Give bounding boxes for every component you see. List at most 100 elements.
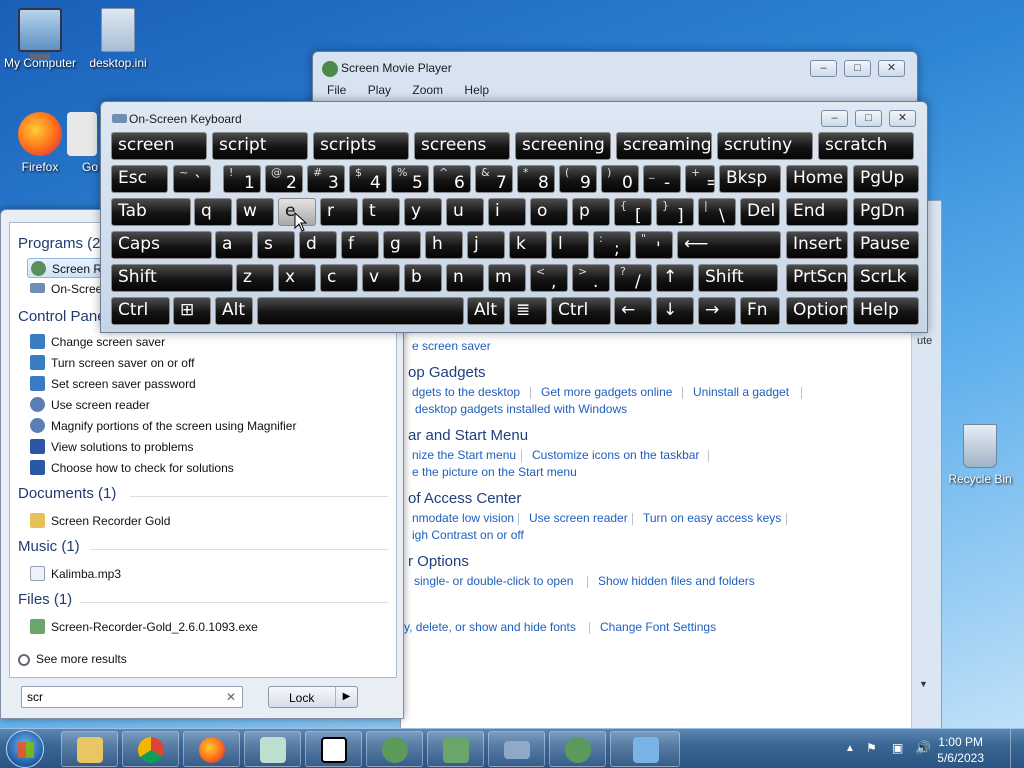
- key-home[interactable]: Home: [786, 165, 848, 193]
- maximize-button[interactable]: □: [844, 60, 871, 77]
- suggestion-screaming[interactable]: screaming: [616, 132, 712, 160]
- section-title-folder-options[interactable]: r Options: [408, 553, 469, 570]
- start-button[interactable]: [6, 730, 44, 768]
- key-u[interactable]: u: [446, 198, 484, 226]
- link-add-gadgets[interactable]: dgets to the desktop: [412, 385, 520, 399]
- key-options[interactable]: Options: [786, 297, 848, 325]
- key-ctrl-right[interactable]: Ctrl: [551, 297, 611, 325]
- key-g[interactable]: g: [383, 231, 421, 259]
- key-alt[interactable]: Alt: [215, 297, 253, 325]
- result-view-solutions[interactable]: View solutions to problems: [30, 437, 194, 457]
- link-change-font-settings[interactable]: Change Font Settings: [600, 620, 716, 634]
- key-7[interactable]: & 7: [475, 165, 513, 193]
- key-d[interactable]: d: [299, 231, 337, 259]
- key-pause[interactable]: Pause: [853, 231, 919, 259]
- key-space[interactable]: [257, 297, 464, 325]
- suggestion-screening[interactable]: screening: [515, 132, 611, 160]
- result-document-screen-recorder-gold[interactable]: Screen Recorder Gold: [30, 511, 170, 531]
- key-bracket[interactable]: }]: [656, 198, 694, 226]
- key-9[interactable]: (9: [559, 165, 597, 193]
- clear-search-icon[interactable]: ✕: [226, 690, 236, 704]
- key-y[interactable]: y: [404, 198, 442, 226]
- desktop-icon-my-computer[interactable]: My Computer: [2, 8, 78, 70]
- key-pgup[interactable]: PgUp: [853, 165, 919, 193]
- key-punct[interactable]: :;: [593, 231, 631, 259]
- key-bksp[interactable]: Bksp: [719, 165, 781, 193]
- suggestion-scrutiny[interactable]: scrutiny: [717, 132, 813, 160]
- key-s[interactable]: s: [257, 231, 295, 259]
- key-o[interactable]: o: [530, 198, 568, 226]
- menu-play[interactable]: Play: [368, 83, 391, 97]
- taskbar-app[interactable]: [183, 731, 240, 767]
- result-use-screen-reader[interactable]: Use screen reader: [30, 395, 150, 415]
- desktop-icon-recycle-bin[interactable]: Recycle Bin: [940, 424, 1020, 486]
- key-p[interactable]: p: [572, 198, 610, 226]
- network-icon[interactable]: ▣: [892, 741, 903, 755]
- link-single-double-click[interactable]: single- or double-click to open: [414, 574, 573, 588]
- link-use-screen-reader[interactable]: Use screen reader: [529, 511, 628, 525]
- key-3[interactable]: #3: [307, 165, 345, 193]
- suggestion-screens[interactable]: screens: [414, 132, 510, 160]
- result-screen-saver-password[interactable]: Set screen saver password: [30, 374, 196, 394]
- key-0[interactable]: ) 0: [601, 165, 639, 193]
- key-bracket[interactable]: {[: [614, 198, 652, 226]
- suggestion-screen[interactable]: screen: [111, 132, 207, 160]
- key-down-arrow[interactable]: ↓: [656, 297, 694, 325]
- taskbar-app[interactable]: [244, 731, 301, 767]
- key-t[interactable]: t: [362, 198, 400, 226]
- link-customize-start-menu[interactable]: nize the Start menu: [412, 448, 516, 462]
- taskbar-app[interactable]: [122, 731, 179, 767]
- section-title-taskbar[interactable]: ar and Start Menu: [408, 427, 528, 444]
- scroll-down-arrow[interactable]: ▼: [919, 679, 928, 689]
- section-title-gadgets[interactable]: op Gadgets: [408, 364, 486, 381]
- taskbar-app[interactable]: [610, 731, 680, 767]
- key-pgdn[interactable]: PgDn: [853, 198, 919, 226]
- key-w[interactable]: w: [236, 198, 274, 226]
- taskbar-app[interactable]: [488, 731, 545, 767]
- key-help[interactable]: Help: [853, 297, 919, 325]
- show-hidden-icons[interactable]: ▲: [845, 743, 855, 754]
- link-show-hidden-files[interactable]: Show hidden files and folders: [598, 574, 755, 588]
- key-z[interactable]: z: [236, 264, 274, 292]
- key-j[interactable]: j: [467, 231, 505, 259]
- search-input[interactable]: scr: [27, 690, 43, 704]
- key-left-arrow[interactable]: ←: [614, 297, 652, 325]
- clock[interactable]: 1:00 PM 5/6/2023: [937, 734, 984, 766]
- key-c[interactable]: c: [320, 264, 358, 292]
- desktop-icon-google[interactable]: Go: [62, 112, 102, 174]
- key-ctrl[interactable]: Ctrl: [111, 297, 170, 325]
- desktop-icon-desktop-ini[interactable]: desktop.ini: [80, 8, 156, 70]
- key-prtscn[interactable]: PrtScn: [786, 264, 848, 292]
- taskbar-app[interactable]: [427, 731, 484, 767]
- search-box[interactable]: scr ✕: [21, 686, 243, 708]
- result-magnifier[interactable]: Magnify portions of the screen using Mag…: [30, 416, 296, 436]
- key-punct[interactable]: " ': [635, 231, 673, 259]
- link-accommodate-low-vision[interactable]: nmodate low vision: [412, 511, 514, 525]
- key-right-arrow[interactable]: →: [698, 297, 736, 325]
- suggestion-scripts[interactable]: scripts: [313, 132, 409, 160]
- key-a[interactable]: a: [215, 231, 253, 259]
- key-fn[interactable]: Fn: [740, 297, 780, 325]
- taskbar-app[interactable]: [305, 731, 362, 767]
- suggestion-script[interactable]: script: [212, 132, 308, 160]
- result-change-screen-saver[interactable]: Change screen saver: [30, 332, 165, 352]
- key-m[interactable]: m: [488, 264, 526, 292]
- result-turn-screen-saver[interactable]: Turn screen saver on or off: [30, 353, 194, 373]
- key-menu[interactable]: ≣: [509, 297, 547, 325]
- minimize-button[interactable]: –: [810, 60, 837, 77]
- link-high-contrast[interactable]: igh Contrast on or off: [412, 528, 524, 542]
- chevron-right-icon[interactable]: ▶: [335, 687, 357, 707]
- key-i[interactable]: i: [488, 198, 526, 226]
- key-r[interactable]: r: [320, 198, 358, 226]
- key-5[interactable]: % 5: [391, 165, 429, 193]
- result-kalimba[interactable]: Kalimba.mp3: [30, 564, 121, 584]
- key-6[interactable]: ^ 6: [433, 165, 471, 193]
- key-punct[interactable]: ? /: [614, 264, 652, 292]
- key-up-arrow[interactable]: ↑: [656, 264, 694, 292]
- close-button[interactable]: ✕: [878, 60, 905, 77]
- link-customize-taskbar-icons[interactable]: Customize icons on the taskbar: [532, 448, 699, 462]
- show-desktop-button[interactable]: [1010, 729, 1024, 768]
- key-1[interactable]: ! 1: [223, 165, 261, 193]
- suggestion-scratch[interactable]: scratch: [818, 132, 914, 160]
- key-punct[interactable]: <,: [530, 264, 568, 292]
